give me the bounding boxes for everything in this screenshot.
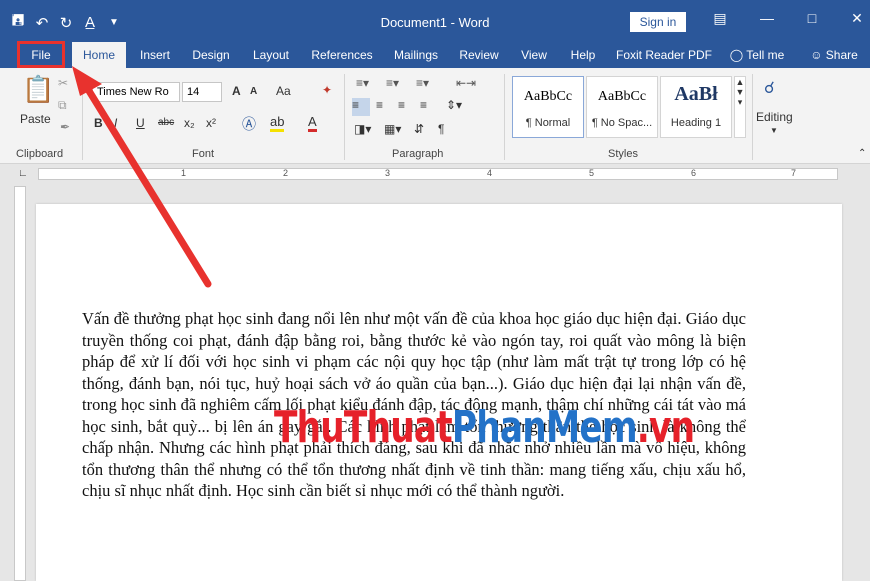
cut-icon[interactable]: ✂ [58, 76, 68, 90]
close-icon[interactable]: ✕ [842, 10, 870, 27]
clipboard-group-label: Clipboard [16, 148, 64, 160]
share-button[interactable]: ☺ Share [802, 42, 866, 68]
align-right-button[interactable]: ≡ [398, 98, 405, 112]
title-bar: 🖪 ↶ ↻ A̲ ▼ Document1 - Word Sign in ▤ — … [0, 0, 870, 42]
document-page[interactable]: Vấn đề thưởng phạt học sinh đang nổi lên… [36, 204, 842, 581]
change-case-button[interactable]: Aa [276, 84, 291, 98]
paste-icon[interactable]: 📋 [22, 74, 54, 105]
shrink-font-icon[interactable]: A [250, 86, 257, 97]
font-color-icon[interactable]: A [308, 114, 317, 132]
show-formatting-icon[interactable]: ¶ [438, 122, 444, 136]
person-icon: ☺ [810, 48, 826, 62]
multilevel-list-icon[interactable]: ≡▾ [416, 76, 429, 90]
ribbon-display-options-icon[interactable]: ▤ [705, 10, 735, 27]
style-heading-1[interactable]: AaBł Heading 1 [660, 76, 732, 138]
find-icon[interactable]: ☌ [764, 78, 775, 98]
shading-icon[interactable]: ◨▾ [354, 122, 371, 136]
chevron-down-icon[interactable]: ▼ [770, 126, 778, 135]
tab-references[interactable]: References [306, 42, 378, 68]
italic-button[interactable]: I [114, 116, 117, 130]
font-name-box[interactable]: Times New Ro [92, 82, 180, 102]
divider [344, 74, 345, 160]
site-watermark: ThuThuatPhanMem.vn [274, 402, 695, 453]
tab-selector-icon[interactable]: ∟ [18, 168, 28, 179]
align-left-button[interactable]: ≡ [352, 98, 370, 116]
style-no-spacing[interactable]: AaBbCc ¶ No Spac... [586, 76, 658, 138]
lightbulb-icon: ◯ [729, 48, 747, 62]
tell-me-search[interactable]: ◯ Tell me [722, 42, 792, 68]
underline-button[interactable]: U [136, 116, 145, 130]
divider [752, 74, 753, 160]
paste-button[interactable]: Paste [20, 112, 51, 126]
sign-in-button[interactable]: Sign in [630, 12, 686, 32]
font-size-box[interactable]: 14 [182, 82, 222, 102]
tab-mailings[interactable]: Mailings [388, 42, 444, 68]
styles-group-label: Styles [608, 148, 638, 160]
strikethrough-button[interactable]: abc [158, 117, 174, 128]
font-group-label: Font [192, 148, 215, 160]
divider [504, 74, 505, 160]
ribbon-tabs: File Home Insert Design Layout Reference… [0, 42, 870, 68]
line-spacing-icon[interactable]: ⇕▾ [446, 98, 462, 112]
align-center-button[interactable]: ≡ [376, 98, 383, 112]
tab-foxit-reader-pdf[interactable]: Foxit Reader PDF [612, 42, 716, 68]
format-painter-brush-icon[interactable]: ✒ [60, 120, 70, 134]
document-title: Document1 - Word [380, 15, 490, 30]
minimize-icon[interactable]: — [752, 10, 782, 26]
highlight-color-icon[interactable]: ab [270, 114, 285, 132]
clear-formatting-icon[interactable]: ✦ [322, 83, 332, 97]
tab-view[interactable]: View [514, 42, 554, 68]
grow-font-icon[interactable]: A [232, 84, 241, 98]
tab-home[interactable]: Home [72, 42, 126, 68]
superscript-button[interactable]: x² [206, 116, 216, 130]
maximize-icon[interactable]: □ [797, 10, 827, 26]
sort-icon[interactable]: ⇵ [414, 122, 424, 136]
subscript-button[interactable]: x₂ [184, 116, 195, 130]
indent-icon[interactable]: ⇤⇥ [456, 76, 476, 90]
tab-design[interactable]: Design [186, 42, 236, 68]
bullets-icon[interactable]: ≡▾ [356, 76, 369, 90]
style-normal[interactable]: AaBbCc ¶ Normal [512, 76, 584, 138]
text-effects-icon[interactable]: Ⓐ [242, 114, 256, 134]
borders-icon[interactable]: ▦▾ [384, 122, 401, 136]
file-tab-highlight-box [17, 41, 65, 68]
editing-button[interactable]: Editing [756, 110, 793, 124]
vertical-scrollbar[interactable] [856, 164, 870, 581]
collapse-ribbon-icon[interactable]: ⌃ [858, 148, 866, 159]
numbering-icon[interactable]: ≡▾ [386, 76, 399, 90]
horizontal-ruler: ∟ 1 2 3 4 5 6 7 [0, 164, 870, 184]
tab-help[interactable]: Help [562, 42, 604, 68]
bold-button[interactable]: B [94, 116, 103, 130]
tab-insert[interactable]: Insert [132, 42, 178, 68]
styles-scroll-buttons[interactable]: ▲ ▼ ▾ [734, 76, 746, 138]
tab-review[interactable]: Review [454, 42, 504, 68]
copy-icon[interactable]: ⧉ [58, 98, 67, 113]
divider [82, 74, 83, 160]
tab-layout[interactable]: Layout [246, 42, 296, 68]
ribbon-home: 📋 Paste ✂ ⧉ ✒ Clipboard Times New Ro 14 … [0, 68, 870, 164]
paragraph-group-label: Paragraph [392, 148, 444, 160]
vertical-ruler [14, 186, 26, 581]
justify-button[interactable]: ≡ [420, 98, 427, 112]
